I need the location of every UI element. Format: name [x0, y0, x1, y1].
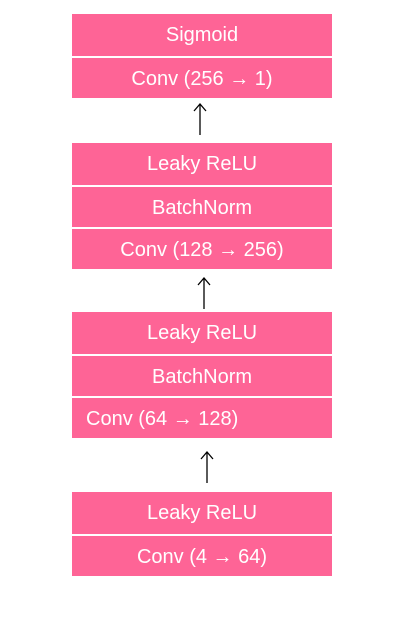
layer-conv-4-64: Conv (4 → 64) [72, 534, 332, 576]
up-arrow-icon [197, 277, 211, 309]
layer-batchnorm: BatchNorm [72, 185, 332, 227]
layer-conv-64-128: Conv (64 → 128) [72, 396, 332, 438]
up-arrow-icon [200, 451, 214, 483]
layer-leaky-relu: Leaky ReLU [72, 492, 332, 534]
layer-leaky-relu: Leaky ReLU [72, 312, 332, 354]
layer-sigmoid: Sigmoid [72, 14, 332, 56]
layer-leaky-relu: Leaky ReLU [72, 143, 332, 185]
layer-batchnorm: BatchNorm [72, 354, 332, 396]
up-arrow-icon [193, 103, 207, 135]
layer-conv-256-1: Conv (256 → 1) [72, 56, 332, 98]
block-2: Leaky ReLU BatchNorm Conv (64 → 128) [72, 312, 332, 438]
layer-conv-128-256: Conv (128 → 256) [72, 227, 332, 269]
block-input: Leaky ReLU Conv (4 → 64) [72, 492, 332, 576]
block-3: Leaky ReLU BatchNorm Conv (128 → 256) [72, 143, 332, 269]
block-output: Sigmoid Conv (256 → 1) [72, 14, 332, 98]
